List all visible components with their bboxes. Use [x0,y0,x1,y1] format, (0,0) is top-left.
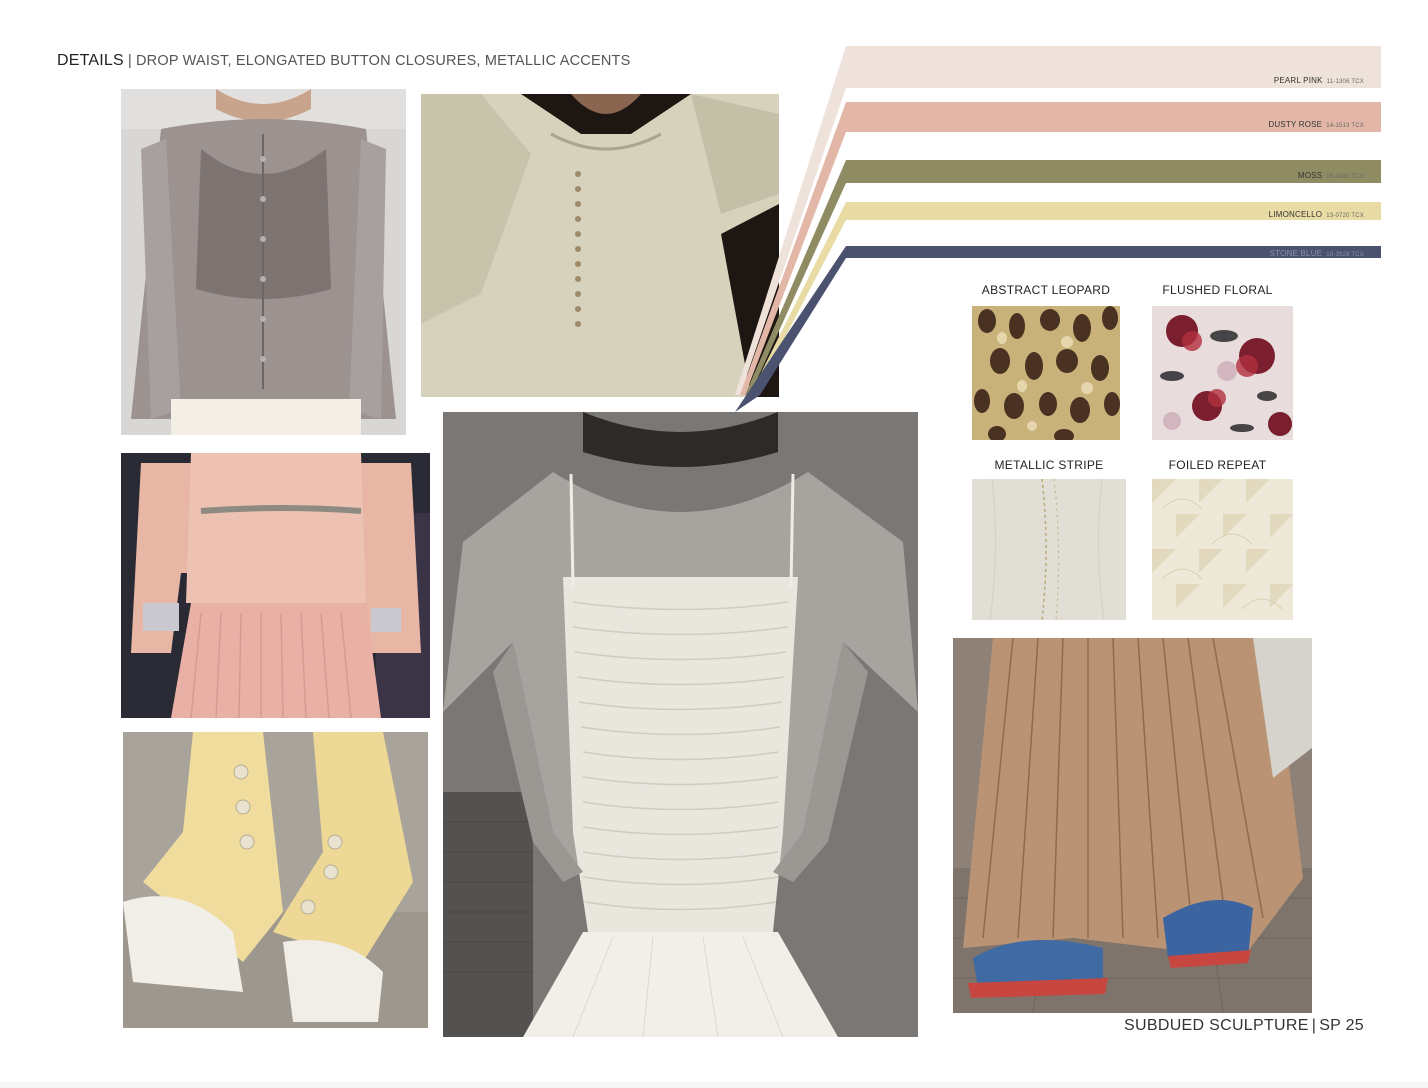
swatch-name: PEARL PINK [1273,76,1323,85]
button-blouse-photo [421,94,779,397]
swatch-code: 14-1513 TCX [1326,123,1364,129]
header-lead: DETAILS [57,52,124,69]
pleated-skirt-photo [953,638,1312,1013]
metallic-stripe-swatch [972,479,1126,620]
swatch-limoncello: LIMONCELLO 13-0720 TCX [846,202,1381,220]
swatch-label: MOSS 16-0430 TCX [1298,171,1364,180]
swatch-pearl-pink: PEARL PINK 11-1306 TCX [846,46,1381,88]
pink-pleat-photo [121,453,430,718]
swatch-code: 16-0430 TCX [1326,174,1364,180]
yellow-trousers-photo [123,732,428,1028]
swatch-name: MOSS [1297,171,1323,180]
flushed-floral-swatch [1152,306,1293,440]
header-details: DROP WAIST, ELONGATED BUTTON CLOSURES, M… [136,53,631,69]
swatch-moss: MOSS 16-0430 TCX [846,160,1381,183]
swatch-dusty-rose: DUSTY ROSE 14-1513 TCX [846,102,1381,132]
swatch-label: LIMONCELLO 13-0720 TCX [1269,210,1364,219]
footer-title: SUBDUED SCULPTURE [1124,1017,1309,1034]
header-separator: | [127,52,133,69]
print-title-foiled-repeat: FOILED REPEAT [1168,458,1267,472]
footer-season: SP 25 [1319,1017,1364,1034]
swatch-code: 11-1306 TCX [1326,79,1364,85]
abstract-leopard-swatch [972,306,1120,440]
bottom-strip [0,1082,1428,1088]
page-footer: SUBDUED SCULPTURE | SP 25 [1124,1017,1364,1035]
swatch-label: DUSTY ROSE 14-1513 TCX [1268,120,1364,129]
swatch-name: LIMONCELLO [1268,210,1323,219]
swatch-name: DUSTY ROSE [1268,120,1323,129]
footer-separator: | [1311,1017,1317,1034]
print-title-flushed-floral: FLUSHED FLORAL [1162,283,1273,297]
swatch-label: STONE BLUE 18-3928 TCX [1270,249,1364,258]
ruched-dress-photo [443,412,918,1037]
swatch-code: 13-0720 TCX [1326,213,1364,219]
swatch-stone-blue: STONE BLUE 18-3928 TCX [846,246,1381,258]
swatch-name: STONE BLUE [1269,249,1323,258]
page-header: DETAILS | DROP WAIST, ELONGATED BUTTON CLO… [57,52,630,70]
print-title-metallic-stripe: METALLIC STRIPE [994,458,1104,472]
print-title-abstract-leopard: ABSTRACT LEOPARD [981,283,1111,297]
swatch-code: 18-3928 TCX [1326,252,1364,258]
foiled-repeat-swatch [1152,479,1293,620]
sheer-cardigan-photo [121,89,406,435]
swatch-label: PEARL PINK 11-1306 TCX [1274,76,1364,85]
